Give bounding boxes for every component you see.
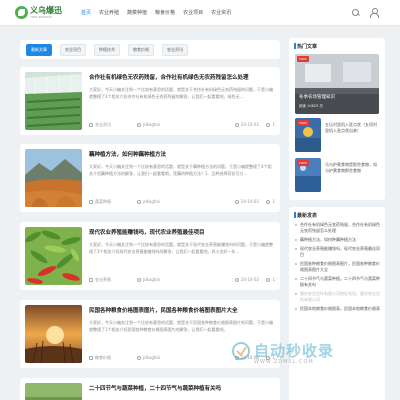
post-card[interactable]: 合作社有机绿色无农药残留，合作社有机绿色无农药残留怎么处理 大家好，今天小编关注…	[20, 67, 280, 135]
watermark-logo-icon	[232, 342, 250, 360]
recent-post-link[interactable]: 现代农业养殖能赚钱吗，现代农业养殖最佳项目	[295, 246, 381, 258]
hot-rank-badge: TOP3	[297, 160, 309, 166]
hot-posts-panel: 热门文章 TOP1 冬季农场管理知识 阅读 10625 次 TOP2 五坛村里机…	[289, 38, 385, 200]
recent-post-link[interactable]: 重庆农业信托有限公司地址电话，重庆农业信托有限公司	[295, 291, 381, 303]
post-excerpt: 大家好，今天小编关注到一个比较有意思的话题，就是关于合作社有机绿色无农药残留的问…	[89, 87, 273, 99]
post-title[interactable]: 现代农业养殖能赚钱吗，现代农业养殖最佳项目	[89, 228, 275, 236]
site-header: 义乌爆迅 YIWU BAOXUN 首页 农业养殖 蔬菜种植 粮食价格 农业项目 …	[0, 0, 400, 26]
post-category[interactable]: 粮食价格	[89, 355, 111, 361]
hot-post-title[interactable]: 马与护黄食物是那些食物，如与护黄食物那些食物	[325, 162, 379, 174]
user-icon	[137, 356, 141, 360]
post-title[interactable]: 二十四节气与蔬菜种植，二十四节气与蔬菜种植有关吗	[89, 384, 275, 392]
recent-post-link[interactable]: 民国本地粮食价格图表，民国本地粮食价格表	[295, 306, 381, 312]
post-date: 24-10-02	[234, 277, 259, 282]
hot-post-title[interactable]: 五坛村里机入驻点状（五项村里机入驻点状出来）	[325, 122, 379, 134]
hot-post-top2[interactable]: TOP2 五坛村里机入驻点状（五项村里机入驻点状出来）	[295, 118, 379, 154]
recent-posts-panel: 最新发表 合作社有机绿色无农药残留，合作社有机绿色无农药残留怎么处理 藕种植方法…	[289, 207, 385, 400]
nav-item-projects[interactable]: 农业项目	[179, 0, 207, 26]
nav-item-home[interactable]: 首页	[77, 0, 95, 26]
tag-latest[interactable]: 最新文章	[26, 43, 52, 56]
hot-post-top3[interactable]: TOP3 马与护黄食物是那些食物，如与护黄食物那些食物	[295, 158, 379, 194]
post-thumbnail-sunset-wheat[interactable]	[25, 305, 82, 363]
folder-icon	[89, 200, 93, 204]
post-author[interactable]: jdkaghai	[137, 277, 160, 282]
folder-icon	[89, 123, 93, 127]
clock-icon	[234, 200, 239, 204]
nav-item-grain-prices[interactable]: 粮食价格	[151, 0, 179, 26]
search-icon[interactable]	[351, 8, 360, 17]
post-category[interactable]: 农业养殖	[89, 277, 111, 283]
post-author[interactable]: jdkaghai	[137, 199, 160, 204]
eye-icon	[266, 123, 271, 127]
post-card[interactable]: 现代农业养殖能赚钱吗，现代农业养殖最佳项目 大家好，今天小编关注到一个比较有意思…	[20, 222, 280, 290]
post-date: 24-10-02	[234, 122, 259, 127]
post-view-count: 1	[266, 277, 275, 282]
leaf-logo-icon	[15, 6, 28, 19]
hot-post-views: 阅读 10625 次	[299, 104, 323, 108]
user-icon	[137, 123, 141, 127]
post-meta: 蔬菜种植 jdkaghai 24-10-02 1	[89, 199, 275, 206]
post-view-count: 1	[266, 199, 275, 204]
nav-item-news[interactable]: 农业资讯	[207, 0, 235, 26]
post-category[interactable]: 蔬菜种植	[89, 199, 111, 205]
post-author[interactable]: jdkaghai	[137, 122, 160, 127]
hot-rank-badge: TOP2	[297, 120, 309, 126]
header-actions	[351, 8, 379, 18]
post-title[interactable]: 合作社有机绿色无农药残留，合作社有机绿色无农药残留怎么处理	[89, 73, 275, 81]
recent-post-link[interactable]: 合作社有机绿色无农药残留，合作社有机绿色无农药残留怎么处理	[295, 222, 381, 234]
clock-icon	[234, 278, 239, 282]
watermark-subtitle: WWW.ZDMSL.COM	[254, 359, 314, 365]
recent-post-link[interactable]: 民国各种粮食价格图表图片，民国各种粮食价格图表图片大全	[295, 261, 381, 273]
nav-item-farming[interactable]: 农业养殖	[95, 0, 123, 26]
tag-grain-prices[interactable]: 粮食价格	[128, 43, 154, 56]
post-view-count: 1	[266, 122, 275, 127]
user-icon	[137, 278, 141, 282]
watermark: 自动秒收录 WWW.ZDMSL.COM	[232, 340, 392, 366]
post-card[interactable]: 二十四节气与蔬菜种植，二十四节气与蔬菜种植有关吗	[20, 378, 280, 400]
post-title[interactable]: 民国各种粮食价格图表图片，民国各种粮食价格图表图片大全	[89, 306, 275, 314]
post-card[interactable]: 藕种植方法，如何种藕种植方法 大家好，今天小编关注到一个比较有意思的话题，就是关…	[20, 144, 280, 212]
tag-projects[interactable]: 农业项目	[60, 43, 86, 56]
recent-post-link[interactable]: 藕种植方法，如何种藕种植方法	[295, 237, 381, 243]
eye-icon	[266, 278, 271, 282]
recent-posts-title: 最新发表	[293, 212, 318, 219]
clock-icon	[234, 123, 239, 127]
folder-icon	[89, 278, 93, 282]
user-icon[interactable]	[369, 8, 379, 18]
recent-post-link[interactable]: 二十四节气与蔬菜种植，二十四节气与蔬菜种植有关吗	[295, 276, 381, 288]
tag-news[interactable]: 农业资讯	[162, 43, 188, 56]
user-icon	[137, 200, 141, 204]
recent-posts-list: 合作社有机绿色无农药残留，合作社有机绿色无农药残留怎么处理 藕种植方法，如何种藕…	[295, 222, 381, 315]
post-meta: 农业资讯 jdkaghai 24-10-02 1	[89, 122, 275, 129]
main-nav: 首页 农业养殖 蔬菜种植 粮食价格 农业项目 农业资讯	[77, 0, 235, 26]
post-thumbnail-lotus-field[interactable]	[25, 149, 82, 207]
post-excerpt: 大家好，今天小编关注到一个比较有意思的话题，就是关于现代农业养殖能赚钱吗的问题，…	[89, 242, 273, 254]
hot-posts-title: 热门文章	[293, 43, 318, 50]
post-thumbnail-peppers[interactable]	[25, 227, 82, 285]
post-thumbnail-greenhouse[interactable]	[25, 72, 82, 130]
post-category[interactable]: 农业资讯	[89, 122, 111, 128]
post-thumbnail-vegetables[interactable]	[25, 383, 82, 400]
tag-planting[interactable]: 种植技术	[94, 43, 120, 56]
post-meta: 农业养殖 jdkaghai 24-10-02 1	[89, 277, 275, 284]
nav-item-vegetables[interactable]: 蔬菜种植	[123, 0, 151, 26]
post-excerpt: 大家好，今天小编关注到一个比较有意思的话题，就是关于藕种植方法的问题，于是小编就…	[89, 164, 272, 176]
hot-rank-badge: TOP1	[297, 56, 309, 62]
watermark-text: 自动秒收录	[254, 342, 335, 360]
post-date: 24-10-02	[234, 199, 259, 204]
folder-icon	[89, 356, 93, 360]
eye-icon	[266, 200, 271, 204]
site-logo[interactable]: 义乌爆迅 YIWU BAOXUN	[15, 5, 67, 22]
tag-bar: 最新文章 农业项目 种植技术 粮食价格 农业资讯	[20, 40, 280, 59]
logo-subtitle: YIWU BAOXUN	[30, 15, 52, 19]
post-author[interactable]: jdkaghai	[137, 355, 160, 360]
hot-post-top1[interactable]: TOP1 冬季农场管理知识 阅读 10625 次	[295, 54, 379, 114]
hot-post-caption[interactable]: 冬季农场管理知识	[299, 94, 335, 100]
post-title[interactable]: 藕种植方法，如何种藕种植方法	[89, 150, 275, 158]
post-excerpt: 大家好，今天小编关注到一个比较有意思的话题，就是关于民国各种粮食价格图表图片的问…	[89, 320, 273, 332]
